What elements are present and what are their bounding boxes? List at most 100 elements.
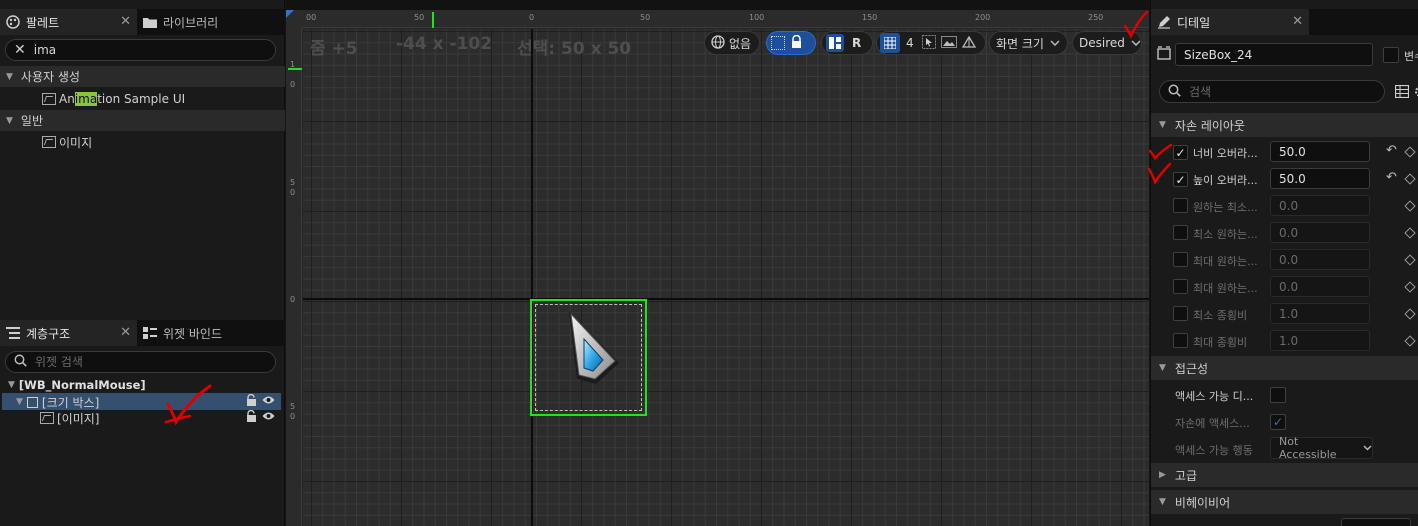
keyframe-diamond-icon[interactable]: [1404, 254, 1416, 266]
tab-bind-widgets-label: 위젯 바인드: [163, 326, 223, 341]
keyframe-diamond-icon[interactable]: [1404, 308, 1416, 320]
chevron-down-icon: [1363, 445, 1372, 451]
prop-label: 원하는 최소...: [1193, 201, 1258, 214]
canvas-grid: [303, 29, 1149, 526]
tab-library[interactable]: 라이브러리: [137, 9, 285, 35]
accessible-behavior-dropdown[interactable]: Not Accessible: [1270, 435, 1373, 461]
cursor-position: -44 x -102: [396, 34, 493, 54]
close-icon[interactable]: ✕: [1292, 14, 1303, 29]
prop-width-override: ✓ 너비 오버라... 50.0 ↶: [1151, 138, 1418, 165]
visibility-eye-icon[interactable]: [262, 411, 275, 424]
keyframe-diamond-icon[interactable]: [1404, 227, 1416, 239]
palette-item-animation-sample-ui[interactable]: An ima tion Sample UI: [42, 89, 185, 109]
category-common[interactable]: ▼ 일반: [0, 110, 285, 131]
ruler-cursor-marker: [432, 12, 434, 28]
palette-icon: [6, 15, 20, 29]
prop-value[interactable]: 1.0: [1270, 303, 1370, 324]
designer-canvas[interactable]: 00 50 0 50 100 150 200 250 1 0 5 0 0 5 0…: [286, 0, 1149, 526]
prop-checkbox[interactable]: [1173, 306, 1188, 321]
prop-value[interactable]: 0.0: [1270, 195, 1370, 216]
close-icon[interactable]: ✕: [120, 14, 131, 29]
screen-size-dropdown[interactable]: 화면 크기: [989, 31, 1068, 55]
section-label: 자손 레이아웃: [1174, 118, 1245, 133]
section-accessibility[interactable]: ▼ 접근성: [1151, 356, 1418, 380]
grid-snap-toolbar[interactable]: 4: [876, 31, 986, 55]
transform-mode-toggle[interactable]: R: [821, 31, 873, 55]
keyframe-diamond-icon[interactable]: [1404, 335, 1416, 347]
user-widget-icon: [42, 93, 56, 105]
prop-min-aspect-ratio: 최소 종횡비 1.0: [1151, 300, 1418, 327]
pencil-icon: [1157, 15, 1171, 29]
dotted-box-icon: [771, 36, 785, 50]
height-override-value[interactable]: 50.0: [1270, 168, 1370, 189]
tab-details[interactable]: 디테일 ✕: [1151, 9, 1309, 35]
origin-axis-vertical: [531, 29, 533, 526]
details-search[interactable]: [1159, 80, 1385, 103]
collapse-arrow-icon: ▼: [1159, 497, 1166, 507]
grid-snap-icon[interactable]: [880, 33, 900, 53]
grid-count: 4: [906, 36, 914, 50]
hierarchy-search-input[interactable]: [27, 355, 275, 369]
close-icon[interactable]: ✕: [120, 325, 131, 340]
select-cursor-icon[interactable]: [921, 34, 936, 52]
prop-accessible-behavior: 액세스 가능 행동 Not Accessible: [1151, 435, 1418, 462]
palette-search[interactable]: ✕: [5, 39, 276, 61]
ruler-label: 0: [290, 295, 296, 304]
keyframe-diamond-icon[interactable]: [1404, 281, 1416, 293]
section-child-layout[interactable]: ▼ 자손 레이아웃: [1151, 113, 1418, 137]
category-label: 일반: [20, 114, 44, 128]
prop-value[interactable]: 0.0: [1270, 222, 1370, 243]
localization-preview-button[interactable]: 없음: [704, 31, 760, 55]
prop-value[interactable]: 1.0: [1270, 330, 1370, 351]
section-advanced[interactable]: ▶ 고급: [1151, 463, 1418, 487]
is-accessible-checkbox[interactable]: [1270, 387, 1286, 403]
triangle-icon[interactable]: [961, 35, 976, 51]
category-user-created[interactable]: ▼ 사용자 생성: [0, 66, 285, 87]
widget-name-field[interactable]: SizeBox_24: [1175, 43, 1373, 66]
section-behavior[interactable]: ▼ 비헤이비어: [1151, 490, 1418, 514]
prop-child-accessibility: 자손에 액세스... ✓: [1151, 408, 1418, 435]
prop-label: 액세스 가능 디...: [1175, 390, 1254, 403]
settings-gear-icon[interactable]: [1414, 85, 1418, 101]
collapse-arrow-icon: ▼: [8, 380, 15, 390]
table-view-icon[interactable]: [1394, 84, 1410, 101]
visibility-eye-icon[interactable]: [262, 395, 275, 408]
keyframe-diamond-icon[interactable]: [1404, 200, 1416, 212]
tab-hierarchy[interactable]: 계층구조 ✕: [0, 320, 137, 346]
annotation-checkmark: [1147, 143, 1173, 185]
image-preview-icon[interactable]: [940, 35, 957, 51]
prop-value[interactable]: 0.0: [1270, 249, 1370, 270]
ruler-label: 250: [1088, 13, 1104, 22]
collapse-arrow-icon: ▼: [16, 397, 23, 407]
collapse-arrow-icon: ▼: [1159, 363, 1166, 373]
section-label: 비헤이비어: [1174, 495, 1231, 510]
hierarchy-search[interactable]: [5, 351, 276, 373]
prop-checkbox[interactable]: [1173, 198, 1188, 213]
prop-checkbox[interactable]: [1173, 225, 1188, 240]
reset-to-default-icon[interactable]: ↶: [1386, 143, 1397, 158]
prop-checkbox[interactable]: [1173, 333, 1188, 348]
respect-locks-toggle[interactable]: [766, 31, 816, 55]
is-variable-checkbox[interactable]: [1383, 47, 1399, 63]
palette-item-image[interactable]: 이미지: [42, 132, 92, 152]
prop-value[interactable]: 0.0: [1270, 276, 1370, 297]
prop-checkbox[interactable]: [1173, 252, 1188, 267]
selected-size-box[interactable]: [530, 299, 647, 416]
lock-icon[interactable]: [246, 409, 257, 425]
tab-bind-widgets[interactable]: 위젯 바인드: [137, 320, 285, 346]
keyframe-diamond-icon[interactable]: [1404, 146, 1416, 158]
tab-hierarchy-label: 계층구조: [26, 326, 71, 341]
palette-search-input[interactable]: [25, 43, 275, 57]
origin-axis-horizontal: [303, 298, 1149, 300]
child-accessibility-checkbox[interactable]: ✓: [1270, 414, 1286, 430]
cursor-pointer-image[interactable]: [566, 309, 622, 391]
clear-search-icon[interactable]: ✕: [14, 42, 26, 58]
keyframe-diamond-icon[interactable]: [1404, 173, 1416, 185]
width-override-value[interactable]: 50.0: [1270, 141, 1370, 162]
lock-icon[interactable]: [246, 393, 257, 409]
details-search-input[interactable]: [1181, 84, 1384, 99]
prop-checkbox[interactable]: [1173, 279, 1188, 294]
tab-palette[interactable]: 팔레트 ✕: [0, 9, 137, 35]
reset-to-default-icon[interactable]: ↶: [1386, 170, 1397, 185]
hierarchy-node-image[interactable]: [이미지]: [40, 408, 99, 428]
